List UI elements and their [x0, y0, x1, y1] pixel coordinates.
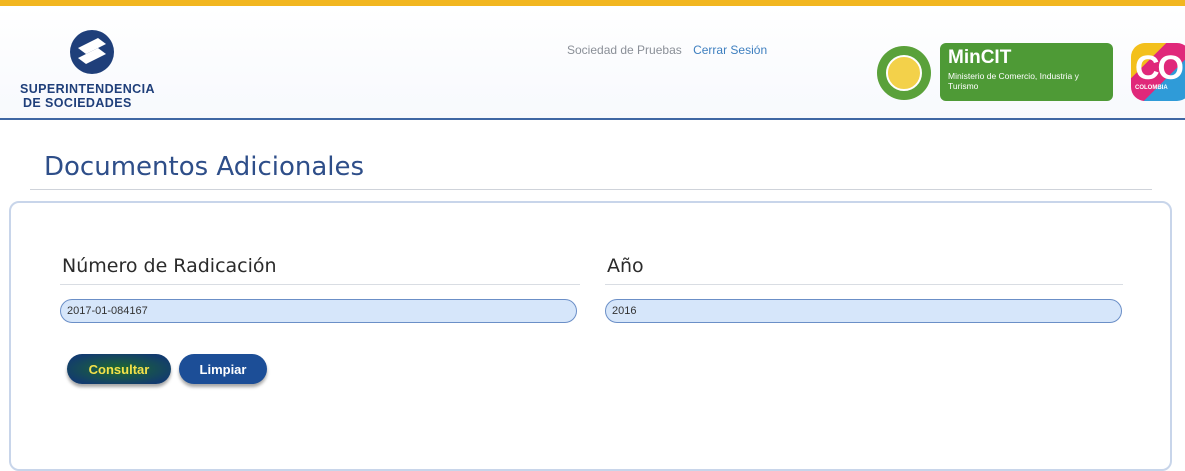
- page-title: Documentos Adicionales: [44, 152, 365, 182]
- co-logo-text: CO: [1135, 49, 1184, 87]
- mincit-title: MinCIT: [948, 47, 1012, 68]
- radicacion-label-rule: [60, 284, 580, 285]
- brand-name-line1: SUPERINTENDENCIA: [20, 82, 155, 96]
- mincit-logo[interactable]: MinCIT Ministerio de Comercio, Industria…: [940, 43, 1113, 101]
- coat-of-arms-shield: [886, 55, 922, 91]
- limpiar-button[interactable]: Limpiar: [179, 354, 267, 384]
- co-logo-small-text: COLOMBIA: [1135, 85, 1168, 91]
- anio-label-rule: [605, 284, 1123, 285]
- supersociedades-logo[interactable]: SUPERINTENDENCIA DE SOCIEDADES: [20, 28, 190, 123]
- supersociedades-emblem-icon: [70, 30, 114, 74]
- title-divider: [30, 189, 1152, 190]
- brand-name-line2: DE SOCIEDADES: [23, 96, 132, 110]
- consultar-button[interactable]: Consultar: [67, 354, 171, 384]
- user-name: Sociedad de Pruebas: [567, 43, 682, 57]
- radicacion-input[interactable]: [60, 299, 577, 323]
- site-header: SUPERINTENDENCIA DE SOCIEDADES Sociedad …: [0, 6, 1185, 120]
- search-form-panel: [9, 201, 1172, 471]
- colombia-coat-of-arms-icon: [877, 46, 931, 100]
- mincit-subtitle: Ministerio de Comercio, Industria y Turi…: [948, 71, 1079, 91]
- logout-link[interactable]: Cerrar Sesión: [693, 43, 767, 57]
- colombia-brand-logo[interactable]: CO COLOMBIA: [1131, 43, 1185, 101]
- radicacion-label: Número de Radicación: [62, 255, 277, 277]
- anio-input[interactable]: [605, 299, 1122, 323]
- anio-label: Año: [607, 255, 644, 277]
- user-links: Sociedad de Pruebas Cerrar Sesión: [567, 43, 767, 57]
